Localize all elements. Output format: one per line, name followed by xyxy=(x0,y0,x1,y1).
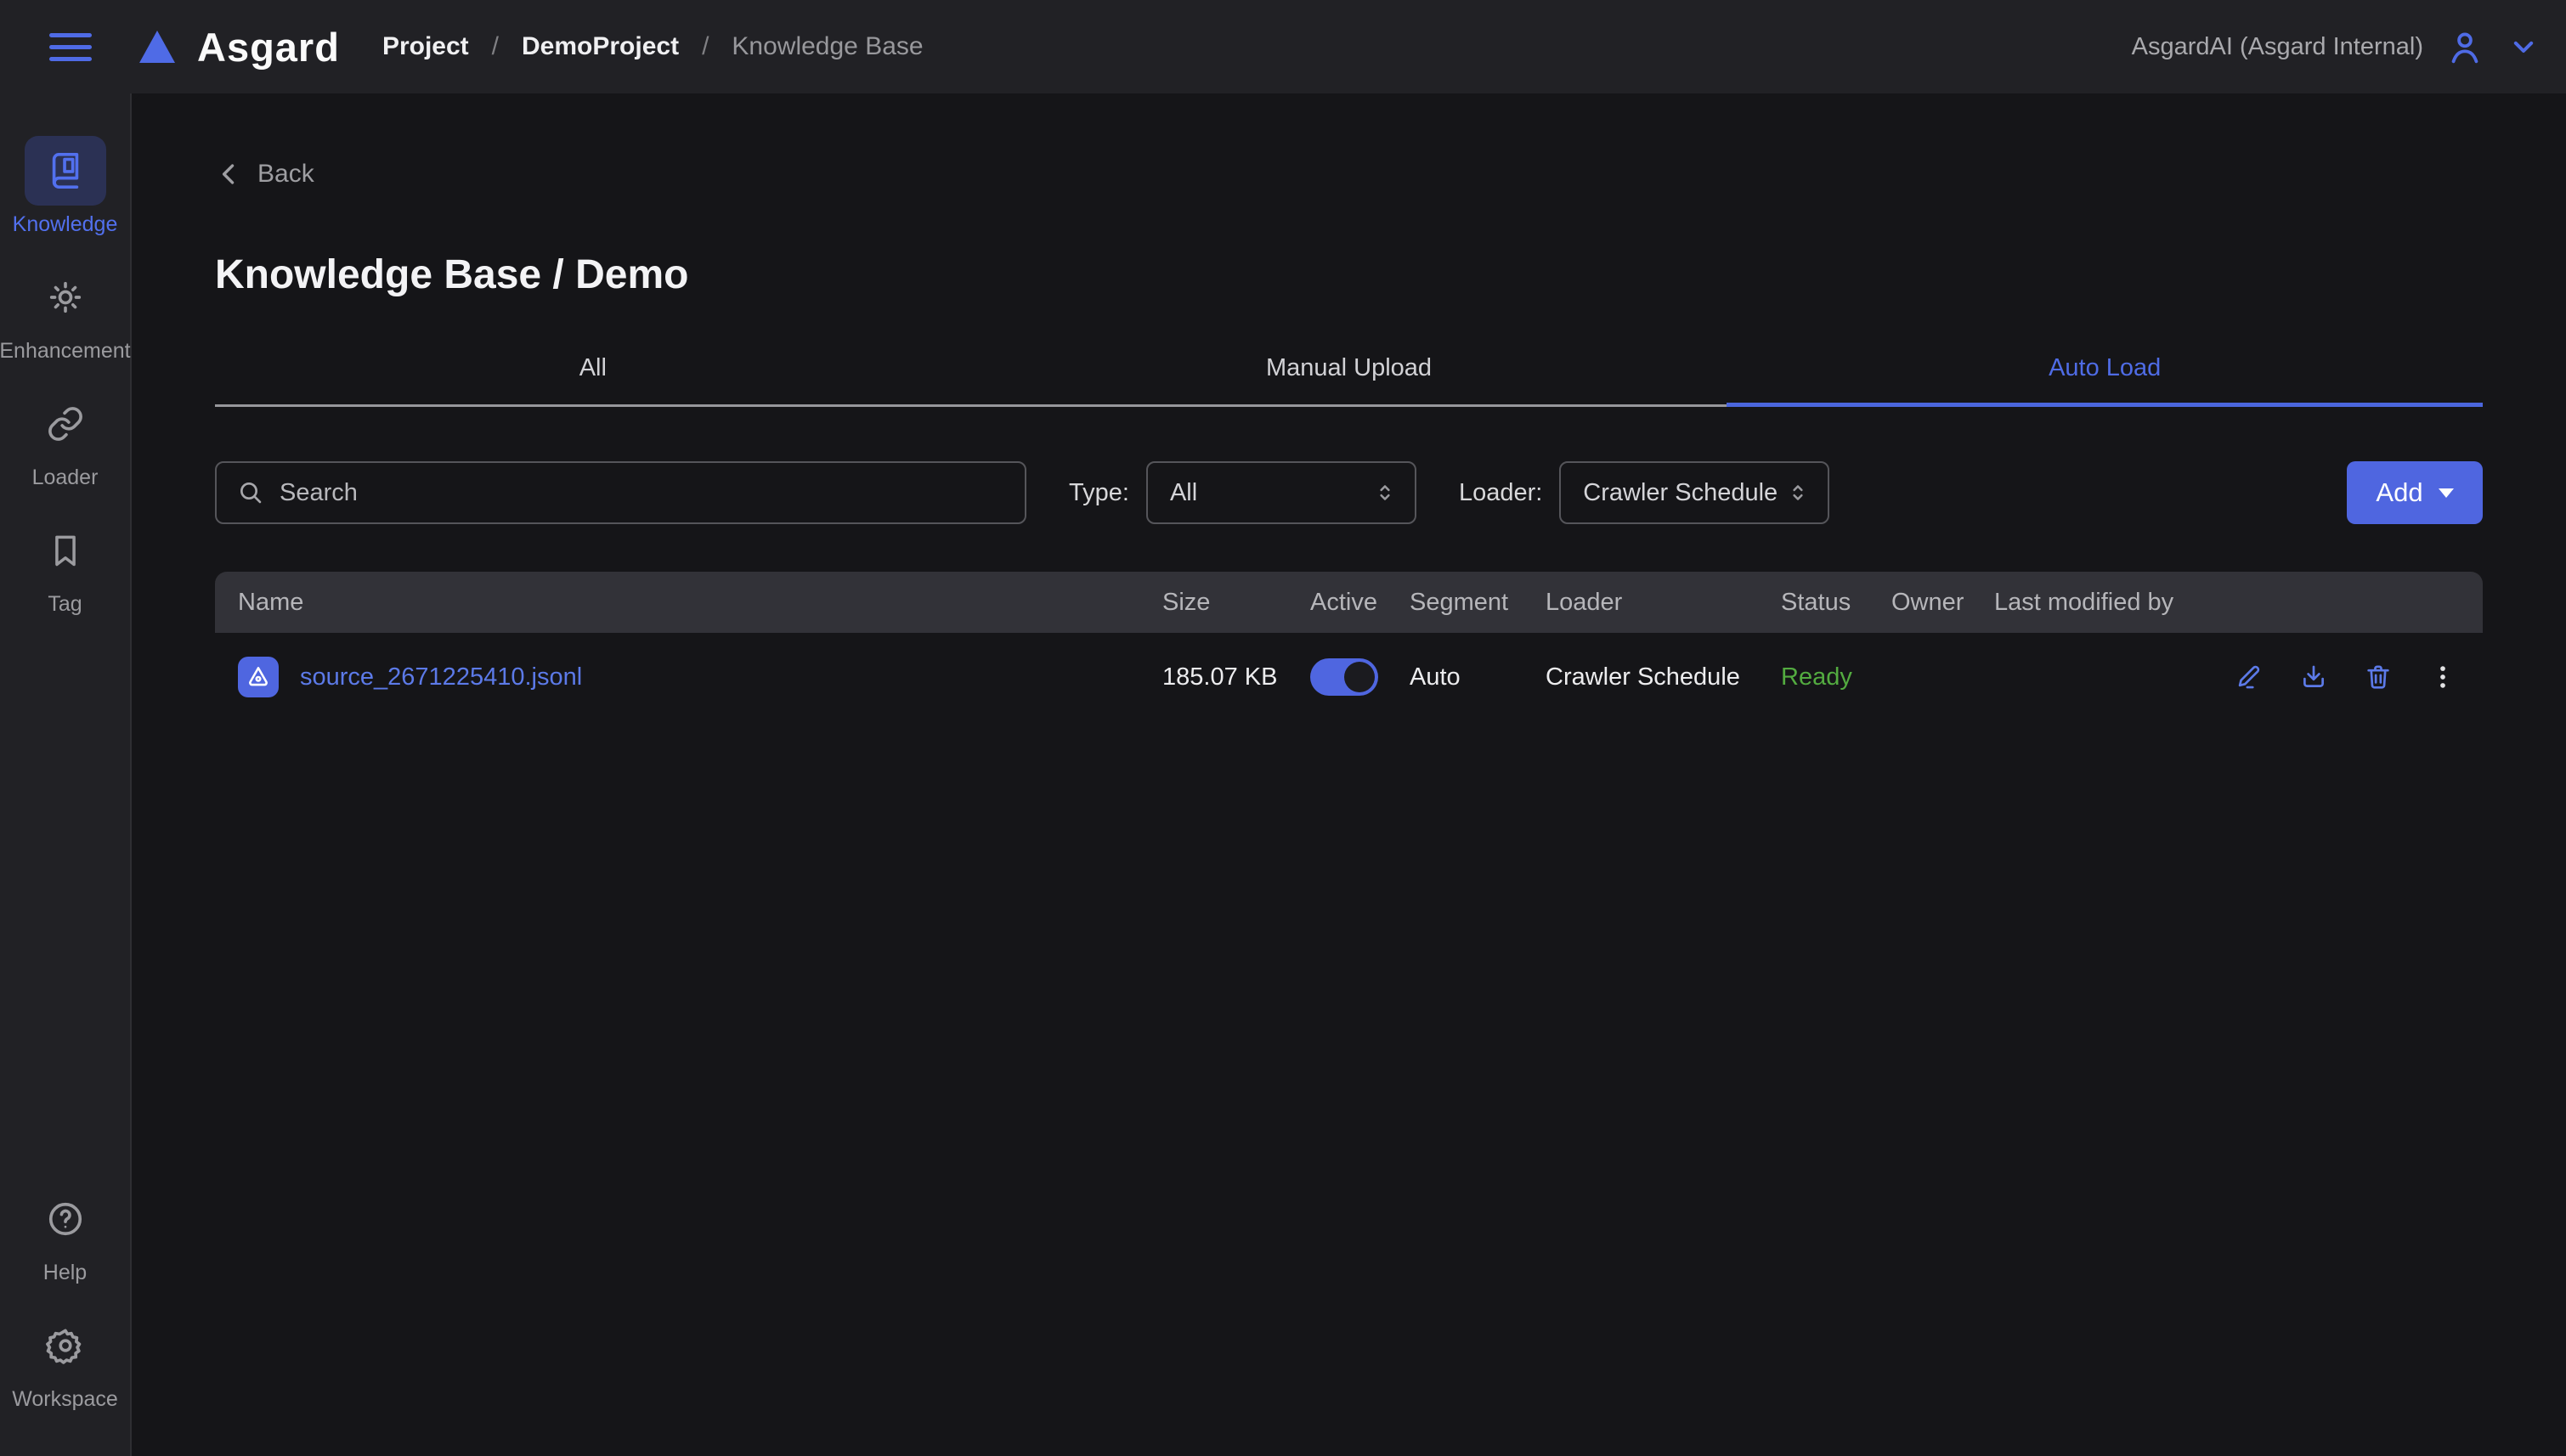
column-header-owner: Owner xyxy=(1891,589,1994,617)
sun-icon xyxy=(46,278,85,317)
sidebar-item-workspace[interactable]: Workspace xyxy=(0,1311,130,1412)
caret-down-icon xyxy=(2439,488,2454,498)
header-account-area: AsgardAI (Asgard Internal) xyxy=(2132,27,2541,66)
column-header-last-modified-by: Last modified by xyxy=(1994,589,2253,617)
main-content: Back Knowledge Base / Demo All Manual Up… xyxy=(132,93,2566,1456)
size-cell: 185.07 KB xyxy=(1162,663,1310,691)
sidebar-item-knowledge[interactable]: Knowledge xyxy=(0,136,130,237)
sidebar-item-label: Tag xyxy=(48,592,82,617)
sidebar-item-label: Loader xyxy=(32,466,99,490)
column-header-loader: Loader xyxy=(1546,589,1781,617)
status-badge: Ready xyxy=(1781,663,1891,691)
bookmark-icon xyxy=(47,532,84,569)
gear-icon xyxy=(46,1326,85,1365)
search-box[interactable] xyxy=(215,461,1026,524)
loader-select[interactable]: Crawler Schedule xyxy=(1559,461,1829,524)
brand-logo[interactable]: Asgard xyxy=(139,24,340,71)
toggle-knob xyxy=(1344,662,1375,692)
add-button-label: Add xyxy=(2376,477,2422,508)
search-icon xyxy=(237,479,264,506)
download-icon[interactable] xyxy=(2299,663,2328,691)
help-circle-icon xyxy=(46,1199,85,1239)
tab-manual-upload[interactable]: Manual Upload xyxy=(971,354,1727,407)
file-type-icon xyxy=(238,657,279,697)
column-header-active: Active xyxy=(1310,589,1410,617)
loader-filter-label: Loader: xyxy=(1459,479,1542,507)
breadcrumb: Project / DemoProject / Knowledge Base xyxy=(382,32,924,61)
link-icon xyxy=(46,404,85,443)
active-toggle[interactable] xyxy=(1310,658,1378,696)
sidebar-item-label: Help xyxy=(43,1261,87,1285)
type-filter-label: Type: xyxy=(1069,479,1129,507)
file-name-link[interactable]: source_2671225410.jsonl xyxy=(300,663,582,691)
filter-row: Type: All Loader: Crawler Schedule xyxy=(215,461,2483,524)
sidebar-item-loader[interactable]: Loader xyxy=(0,389,130,490)
table-row: source_2671225410.jsonl 185.07 KB Auto C… xyxy=(215,633,2483,721)
triangle-logo-icon xyxy=(139,31,175,63)
active-cell xyxy=(1310,658,1410,696)
edit-pencil-icon[interactable] xyxy=(2235,663,2264,691)
tab-auto-load[interactable]: Auto Load xyxy=(1727,354,2483,407)
top-bar: Asgard Project / DemoProject / Knowledge… xyxy=(0,0,2566,93)
updown-chevrons-icon xyxy=(1372,480,1398,505)
segment-cell: Auto xyxy=(1410,663,1546,691)
back-label: Back xyxy=(257,160,314,189)
name-cell: source_2671225410.jsonl xyxy=(215,657,1162,697)
breadcrumb-demoproject[interactable]: DemoProject xyxy=(522,32,679,61)
sidebar-item-tag[interactable]: Tag xyxy=(0,516,130,617)
table-header-row: Name Size Active Segment Loader Status O… xyxy=(215,572,2483,633)
column-header-size: Size xyxy=(1162,589,1310,617)
loader-select-value: Crawler Schedule xyxy=(1583,479,1778,507)
kebab-menu-icon[interactable] xyxy=(2428,663,2457,691)
logo-text: Asgard xyxy=(197,24,340,71)
sidebar-item-enhancement[interactable]: Enhancement xyxy=(0,262,130,364)
loader-cell: Crawler Schedule xyxy=(1546,663,1781,691)
tab-all[interactable]: All xyxy=(215,354,971,407)
add-button[interactable]: Add xyxy=(2347,461,2483,524)
type-select[interactable]: All xyxy=(1146,461,1416,524)
back-button[interactable]: Back xyxy=(215,160,314,189)
search-input[interactable] xyxy=(280,479,1004,507)
chevron-down-icon[interactable] xyxy=(2507,30,2541,64)
page-title: Knowledge Base / Demo xyxy=(215,251,2483,298)
type-select-value: All xyxy=(1170,479,1197,507)
sidebar-item-label: Knowledge xyxy=(13,212,118,237)
sidebar: Knowledge Enhancement Loader xyxy=(0,93,132,1456)
breadcrumb-separator: / xyxy=(492,32,499,61)
column-header-name: Name xyxy=(215,589,1162,617)
row-actions xyxy=(2253,663,2483,691)
sources-table: Name Size Active Segment Loader Status O… xyxy=(215,572,2483,721)
breadcrumb-project[interactable]: Project xyxy=(382,32,469,61)
account-name: AsgardAI (Asgard Internal) xyxy=(2132,33,2423,61)
sidebar-item-label: Enhancement xyxy=(0,339,131,364)
column-header-status: Status xyxy=(1781,589,1891,617)
updown-chevrons-icon xyxy=(1785,480,1811,505)
sidebar-item-help[interactable]: Help xyxy=(0,1184,130,1285)
book-icon xyxy=(46,151,85,190)
app-window: Asgard Project / DemoProject / Knowledge… xyxy=(0,0,2566,1456)
chevron-left-icon xyxy=(215,160,244,189)
trash-icon[interactable] xyxy=(2364,663,2393,691)
breadcrumb-knowledge-base: Knowledge Base xyxy=(732,32,923,61)
breadcrumb-separator: / xyxy=(702,32,709,61)
tab-bar: All Manual Upload Auto Load xyxy=(215,354,2483,407)
user-icon[interactable] xyxy=(2445,27,2484,66)
sidebar-bottom: Help Workspace xyxy=(0,1142,130,1412)
sidebar-item-label: Workspace xyxy=(12,1387,118,1412)
column-header-segment: Segment xyxy=(1410,589,1546,617)
hamburger-menu-icon[interactable] xyxy=(49,33,92,61)
